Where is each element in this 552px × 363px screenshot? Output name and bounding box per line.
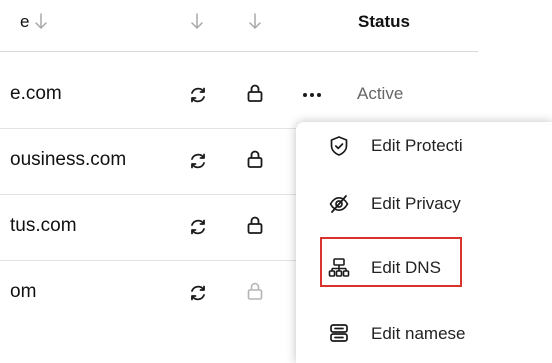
domain-name[interactable]: tus.com [10,215,77,237]
menu-item-edit-privacy[interactable]: Edit Privacy [296,180,552,230]
autorenew-column-header[interactable] [190,12,204,32]
eye-off-icon [328,193,350,215]
lock-column-header[interactable] [248,12,262,32]
sort-arrow-down-icon[interactable] [248,12,262,30]
auto-renew-icon[interactable] [188,217,208,237]
menu-item-edit-nameservers[interactable]: Edit namese [296,310,552,360]
auto-renew-icon[interactable] [188,85,208,105]
domain-name[interactable]: ousiness.com [10,149,126,171]
status-label: Active [357,84,404,103]
sort-arrow-down-icon[interactable] [190,12,204,30]
menu-item-label: Edit Privacy [371,194,461,213]
more-options-icon[interactable] [301,87,323,97]
domain-name[interactable]: om [10,281,36,303]
domain-column-header[interactable]: e [20,12,48,32]
table-row[interactable]: e.com Active [0,63,478,129]
highlight-box [320,237,462,287]
domain-column-label: e [20,12,30,31]
header-divider [0,51,478,52]
status-column-header[interactable]: Status [358,12,410,32]
auto-renew-icon[interactable] [188,151,208,171]
menu-item-label: Edit namese [371,324,466,343]
lock-icon[interactable] [245,215,265,235]
sort-arrow-down-icon[interactable] [34,12,48,30]
auto-renew-icon[interactable] [188,283,208,303]
lock-icon[interactable] [245,83,265,103]
menu-item-edit-protection[interactable]: Edit Protecti [296,122,552,172]
unlock-icon[interactable] [245,281,265,301]
menu-item-label: Edit Protecti [371,136,463,155]
shield-check-icon [328,135,350,157]
table-header: e Status [0,0,552,52]
lock-icon[interactable] [245,149,265,169]
domain-name[interactable]: e.com [10,83,62,105]
server-icon [328,323,350,345]
